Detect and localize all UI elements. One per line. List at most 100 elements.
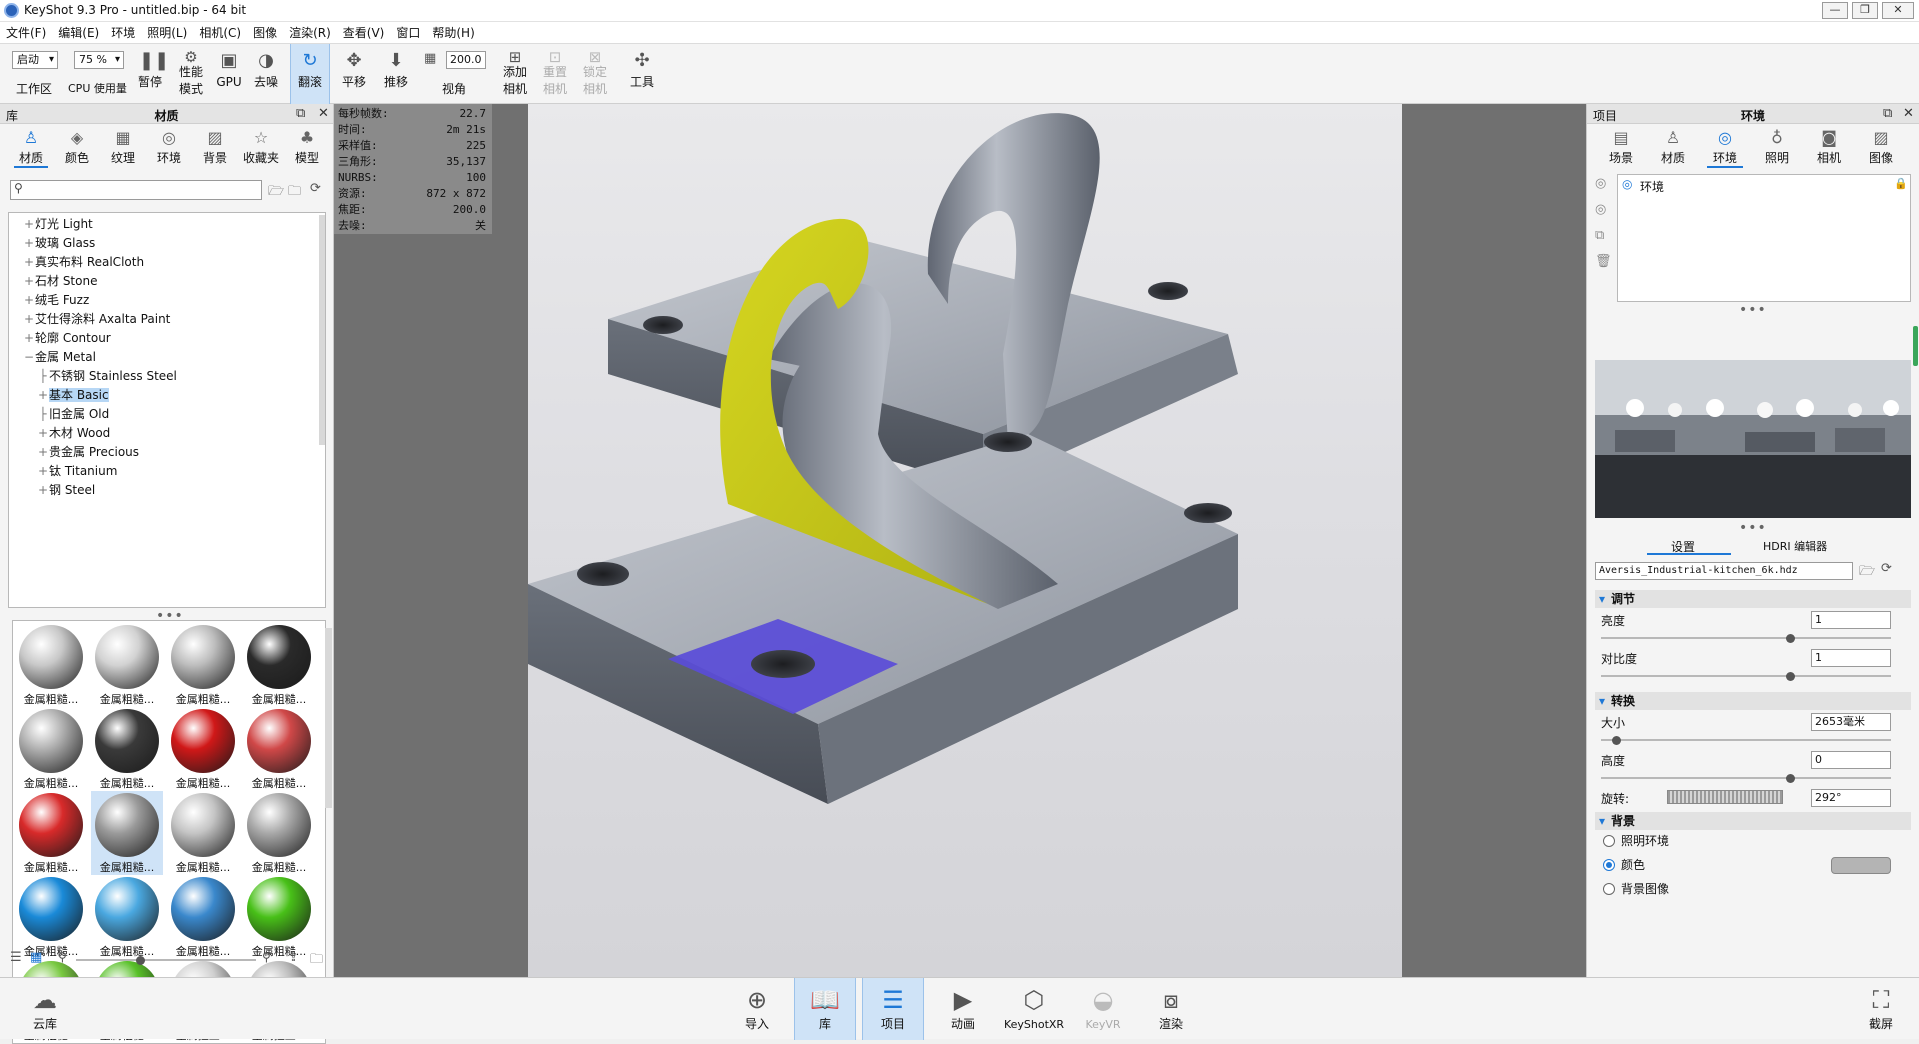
tab-hdri-editor[interactable]: HDRI 编辑器 [1763,538,1827,554]
close-panel-icon[interactable]: ✕ [318,106,329,121]
bg-color-radio[interactable] [1603,859,1615,871]
expand-icon[interactable]: + [23,272,35,291]
library-search-input[interactable]: ⚲ [10,180,262,200]
material-thumbnail[interactable]: 金属粗糙... [91,791,163,875]
close-panel-icon[interactable]: ✕ [1903,106,1914,121]
tab-lighting[interactable]: ♁ 照明 [1755,124,1799,168]
tree-item[interactable]: +灯光 Light [9,215,319,234]
tree-scrollbar[interactable] [319,215,325,445]
section-background[interactable]: 背景 [1595,812,1911,830]
open-folder-icon[interactable]: 🗁 [268,182,284,204]
tab-materials[interactable]: ♙ 材质 [10,124,52,168]
tools-button[interactable]: ✣ 工具 [622,44,662,104]
upload-icon[interactable]: ⇪ [288,950,299,965]
gpu-button[interactable]: ▣ GPU [214,44,244,104]
expand-icon[interactable]: + [37,443,49,462]
material-thumbnail[interactable]: 金属粗糙... [15,707,87,791]
height-slider[interactable] [1601,777,1891,779]
menu-lighting[interactable]: 照明(L) [141,22,193,44]
section-transform[interactable]: 转换 [1595,692,1911,710]
render-button[interactable]: ⧇ 渲染 [1140,978,1202,1040]
tree-item[interactable]: +钢 Steel [9,481,319,500]
expand-icon[interactable]: + [23,291,35,310]
height-input[interactable]: 0 [1811,751,1891,769]
environment-list-item[interactable]: ◎ 环境 🔒 [1620,177,1908,194]
expand-icon[interactable]: + [37,386,49,405]
float-panel-icon[interactable]: ⧉ [296,106,305,121]
material-thumbnail[interactable]: 金属粗糙... [167,623,239,707]
bg-lighting-radio[interactable] [1603,835,1615,847]
cloud-library-button[interactable]: ☁ 云库 [14,978,76,1040]
add-environment-icon[interactable]: ◎ [1595,176,1606,191]
size-knob[interactable] [1611,735,1621,745]
open-folder-icon[interactable]: 🗁 [1859,562,1875,584]
tree-item[interactable]: +艾仕得涂料 Axalta Paint [9,310,319,329]
tree-item[interactable]: +贵金属 Precious [9,443,319,462]
lock-camera-button[interactable]: ⊠ 锁定 相机 [578,44,612,104]
splitter-dots[interactable]: ••• [1739,520,1767,536]
rotation-wheel[interactable] [1667,790,1783,804]
material-thumbnail[interactable]: 金属粗糙... [167,791,239,875]
bg-color-swatch[interactable] [1831,857,1891,874]
material-thumbnail[interactable]: 金属粗糙... [243,791,315,875]
material-thumbnail[interactable]: 金属粗糙... [91,707,163,791]
library-toggle-button[interactable]: 📖 库 [794,978,856,1040]
tab-favorites[interactable]: ☆ 收藏夹 [238,124,284,168]
reset-camera-button[interactable]: ⊡ 重置 相机 [538,44,572,104]
size-slider[interactable] [1601,739,1891,741]
duplicate-environment-icon[interactable]: ◎ [1595,202,1606,217]
tree-item[interactable]: +真实布料 RealCloth [9,253,319,272]
keyshotxr-button[interactable]: ⬡ KeyShotXR [1000,978,1068,1040]
tree-item[interactable]: +基本 Basic [9,386,319,405]
tree-item[interactable]: +钛 Titanium [9,462,319,481]
performance-mode-button[interactable]: ⚙ 性能 模式 [172,44,210,104]
tree-item[interactable]: −金属 Metal [9,348,319,367]
workspace-select[interactable]: 启动 [12,51,58,69]
tab-environments[interactable]: ◎ 环境 [148,124,190,168]
tree-item[interactable]: +木材 Wood [9,424,319,443]
material-thumbnail[interactable]: 金属粗糙... [243,623,315,707]
import-button[interactable]: ⊕ 导入 [726,978,788,1040]
contrast-slider[interactable] [1601,675,1891,677]
expand-icon[interactable]: + [23,329,35,348]
bg-image-radio[interactable] [1603,883,1615,895]
minimize-button[interactable]: — [1822,2,1848,19]
material-thumbnail[interactable]: 金属粗糙... [15,623,87,707]
rotation-input[interactable]: 292° [1811,789,1891,807]
delete-icon[interactable]: 🗑 [1595,254,1612,269]
height-knob[interactable] [1785,773,1795,783]
menu-camera[interactable]: 相机(C) [193,22,247,44]
add-camera-button[interactable]: ⊞ 添加 相机 [498,44,532,104]
float-panel-icon[interactable]: ⧉ [1883,106,1892,121]
restore-button[interactable]: ❐ [1852,2,1878,19]
menu-edit[interactable]: 编辑(E) [52,22,105,44]
material-thumbnail[interactable]: 金属粗糙... [243,875,315,959]
tree-item[interactable]: +轮廓 Contour [9,329,319,348]
expand-icon[interactable]: + [23,253,35,272]
dolly-button[interactable]: ⬇ 推移 [376,44,416,104]
contrast-knob[interactable] [1785,671,1795,681]
expand-icon[interactable]: + [23,215,35,234]
hdri-file-input[interactable]: Aversis_Industrial-kitchen_6k.hdz [1595,562,1853,580]
collapse-icon[interactable]: − [23,348,35,367]
tab-environment[interactable]: ◎ 环境 [1703,124,1747,168]
tab-camera[interactable]: ◙ 相机 [1807,124,1851,168]
fov-input[interactable]: 200.0 [446,51,486,69]
expand-icon[interactable]: + [23,310,35,329]
tree-item[interactable]: ├ 旧金属 Old [9,405,319,424]
size-input[interactable]: 2653毫米 [1811,713,1891,731]
material-thumbnail[interactable]: 金属粗糙... [243,707,315,791]
denoise-button[interactable]: ◑ 去噪 [248,44,284,104]
material-thumbnail[interactable]: 金属粗糙... [15,875,87,959]
expand-icon[interactable]: + [37,481,49,500]
panel-scrollbar-indicator[interactable] [1913,326,1918,366]
material-thumbnail[interactable]: 金属粗糙... [91,875,163,959]
project-toggle-button[interactable]: ☰ 项目 [862,978,924,1040]
material-thumbnail[interactable]: 金属粗糙... [167,875,239,959]
tree-item[interactable]: +玻璃 Glass [9,234,319,253]
refresh-icon[interactable]: ⟳ [310,181,321,196]
render-viewport[interactable]: 每秒帧数: 22.7 时间: 2m 21s 采样值: 225 三角形: 35,137 NURBS… [334,104,1586,977]
menu-help[interactable]: 帮助(H) [426,22,480,44]
lock-icon[interactable]: 🔒 [1894,177,1908,190]
tumble-button[interactable]: ↻ 翻滚 [290,44,330,104]
